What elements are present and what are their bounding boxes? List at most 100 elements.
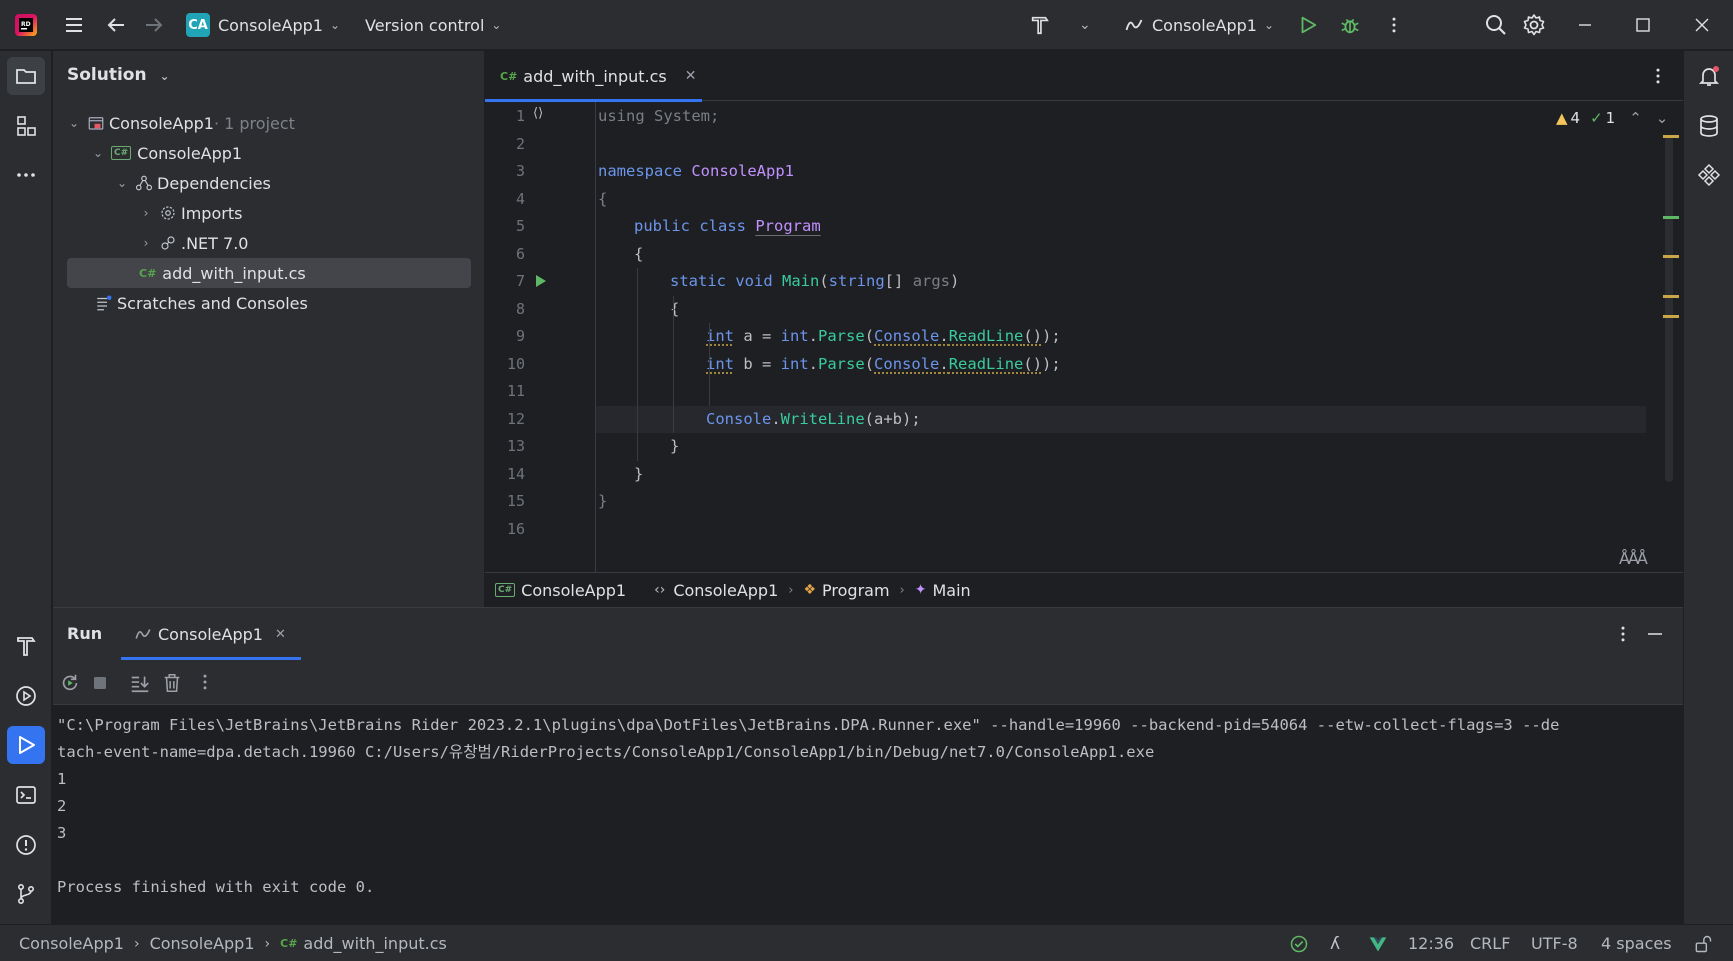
tree-item-scratches[interactable]: Scratches and Consoles — [95, 288, 308, 318]
collapse-arrow-icon[interactable]: ⌄ — [115, 176, 129, 190]
version-control-menu[interactable]: Version control ⌄ — [365, 0, 501, 50]
solution-header[interactable]: Solution ⌄ — [67, 65, 170, 85]
tree-item-file[interactable]: C# add_with_input.cs — [67, 258, 471, 288]
line-number[interactable]: 2 — [485, 131, 525, 159]
code-line[interactable]: static void Main(string[] args) — [596, 268, 959, 295]
line-number[interactable]: 4 — [485, 186, 525, 214]
line-number[interactable]: 15 — [485, 488, 525, 516]
line-number[interactable]: 12 — [485, 406, 525, 434]
window-maximize-icon[interactable] — [1633, 0, 1653, 50]
namespace-fold-icon[interactable]: ⟨⟩ — [533, 106, 543, 121]
main-menu-icon[interactable] — [62, 0, 86, 50]
scroll-to-end-icon[interactable] — [129, 672, 151, 694]
scroll-mark-warning[interactable] — [1663, 295, 1679, 298]
line-number[interactable]: 3 — [485, 158, 525, 186]
run-tab-config[interactable]: ConsoleApp1 ✕ — [121, 608, 301, 660]
breadcrumb-item[interactable]: ConsoleApp1 — [521, 581, 626, 600]
tab-close-icon[interactable]: ✕ — [275, 627, 286, 642]
line-number[interactable]: 5 — [485, 213, 525, 241]
breadcrumb-item[interactable]: ConsoleApp1 — [673, 581, 778, 600]
scroll-mark-ok[interactable] — [1663, 216, 1679, 219]
expand-arrow-icon[interactable]: › — [139, 236, 153, 250]
read-only-lock-icon[interactable] — [1693, 925, 1713, 961]
editor-more-vertical-icon[interactable] — [1648, 66, 1668, 86]
breadcrumb-item[interactable]: Main — [932, 581, 970, 600]
line-number[interactable]: 8 — [485, 296, 525, 324]
code-line[interactable]: Console.WriteLine(a+b); — [596, 405, 1646, 433]
back-arrow-icon[interactable] — [104, 0, 128, 50]
expand-arrow-icon[interactable]: › — [139, 206, 153, 220]
tree-item-project[interactable]: ⌄ C# ConsoleApp1 — [91, 138, 242, 168]
plugins-icon[interactable] — [1690, 156, 1728, 194]
status-path-item[interactable]: add_with_input.cs — [303, 934, 446, 953]
run-tool-icon[interactable] — [7, 726, 45, 764]
next-highlight-icon[interactable]: ⌄ — [1656, 109, 1669, 127]
code-line[interactable]: int a = int.Parse(Console.ReadLine()); — [596, 323, 1061, 350]
run-config-selector[interactable]: ConsoleApp1 ⌄ — [1124, 0, 1274, 50]
window-minimize-icon[interactable] — [1575, 0, 1595, 50]
line-number[interactable]: 9 — [485, 323, 525, 351]
toolbar-more-vertical-icon[interactable] — [195, 672, 215, 692]
database-icon[interactable] — [1690, 107, 1728, 145]
window-close-icon[interactable] — [1692, 0, 1712, 50]
search-icon[interactable] — [1484, 0, 1508, 50]
project-selector[interactable]: CA ConsoleApp1 ⌄ — [186, 0, 340, 50]
rider-logo-icon[interactable]: RD — [14, 0, 38, 50]
more-vertical-icon[interactable] — [1384, 0, 1404, 50]
code-line[interactable]: int b = int.Parse(Console.ReadLine()); — [596, 351, 1061, 378]
notifications-bell-icon[interactable] — [1690, 57, 1728, 95]
run-play-icon[interactable] — [1297, 0, 1319, 50]
line-number[interactable]: 14 — [485, 461, 525, 489]
line-number[interactable]: 11 — [485, 378, 525, 406]
tree-item-dotnet[interactable]: › .NET 7.0 — [139, 228, 249, 258]
build-hammer-icon[interactable] — [7, 627, 45, 665]
code-line[interactable]: { — [596, 186, 607, 213]
forward-arrow-icon[interactable] — [142, 0, 166, 50]
rerun-icon[interactable] — [59, 672, 81, 694]
inspection-ok-icon[interactable] — [1289, 925, 1309, 961]
line-number[interactable]: 10 — [485, 351, 525, 379]
file-encoding[interactable]: UTF-8 — [1531, 925, 1578, 961]
vue-icon[interactable] — [1368, 925, 1388, 961]
more-tools-icon[interactable] — [7, 156, 45, 194]
git-branch-icon[interactable] — [7, 875, 45, 913]
structure-icon[interactable] — [7, 107, 45, 145]
services-icon[interactable] — [7, 677, 45, 715]
editor-tab-file[interactable]: C# add_with_input.cs ✕ — [485, 51, 711, 102]
clear-trash-icon[interactable] — [161, 672, 183, 694]
stop-icon[interactable] — [91, 674, 109, 692]
debug-bug-icon[interactable] — [1339, 0, 1361, 50]
code-line[interactable]: { — [596, 241, 643, 268]
tree-item-solution[interactable]: ⌄ ConsoleApp1 · 1 project — [67, 108, 295, 138]
collapse-arrow-icon[interactable]: ⌄ — [91, 146, 105, 160]
run-gutter-play-icon[interactable] — [535, 274, 547, 288]
code-line[interactable]: public class Program — [596, 213, 821, 240]
line-ending[interactable]: CRLF — [1470, 925, 1510, 961]
scroll-mark-warning[interactable] — [1663, 135, 1679, 138]
run-console-output[interactable]: "C:\Program Files\JetBrains\JetBrains Ri… — [53, 705, 1683, 925]
status-path-item[interactable]: ConsoleApp1 — [19, 934, 124, 953]
explorer-folder-icon[interactable] — [7, 57, 45, 95]
breadcrumb-item[interactable]: Program — [822, 581, 890, 600]
collapse-arrow-icon[interactable]: ⌄ — [67, 116, 81, 130]
code-area[interactable]: using System; namespace ConsoleApp1 {publi… — [595, 102, 1646, 572]
build-options-chevron-icon[interactable]: ⌄ — [1072, 0, 1091, 50]
line-number[interactable]: 1 — [485, 103, 525, 131]
line-number[interactable]: 7 — [485, 268, 525, 296]
code-vision-icon[interactable]: ʎ — [1330, 925, 1340, 961]
code-line[interactable]: using System; — [596, 103, 719, 130]
code-line[interactable]: namespace ConsoleApp1 — [596, 158, 794, 185]
line-number[interactable]: 13 — [485, 433, 525, 461]
code-line[interactable]: } — [596, 461, 643, 488]
tree-item-dependencies[interactable]: ⌄ Dependencies — [115, 168, 271, 198]
build-hammer-icon[interactable] — [1029, 0, 1051, 50]
settings-gear-icon[interactable] — [1522, 0, 1546, 50]
tree-item-imports[interactable]: › Imports — [139, 198, 243, 228]
line-number[interactable]: 6 — [485, 241, 525, 269]
scroll-mark-warning[interactable] — [1663, 315, 1679, 318]
code-line[interactable]: } — [596, 488, 607, 515]
editor-scrollbar[interactable] — [1665, 136, 1673, 482]
run-more-vertical-icon[interactable] — [1613, 624, 1633, 644]
terminal-icon[interactable] — [7, 776, 45, 814]
hide-panel-icon[interactable] — [1645, 624, 1665, 644]
